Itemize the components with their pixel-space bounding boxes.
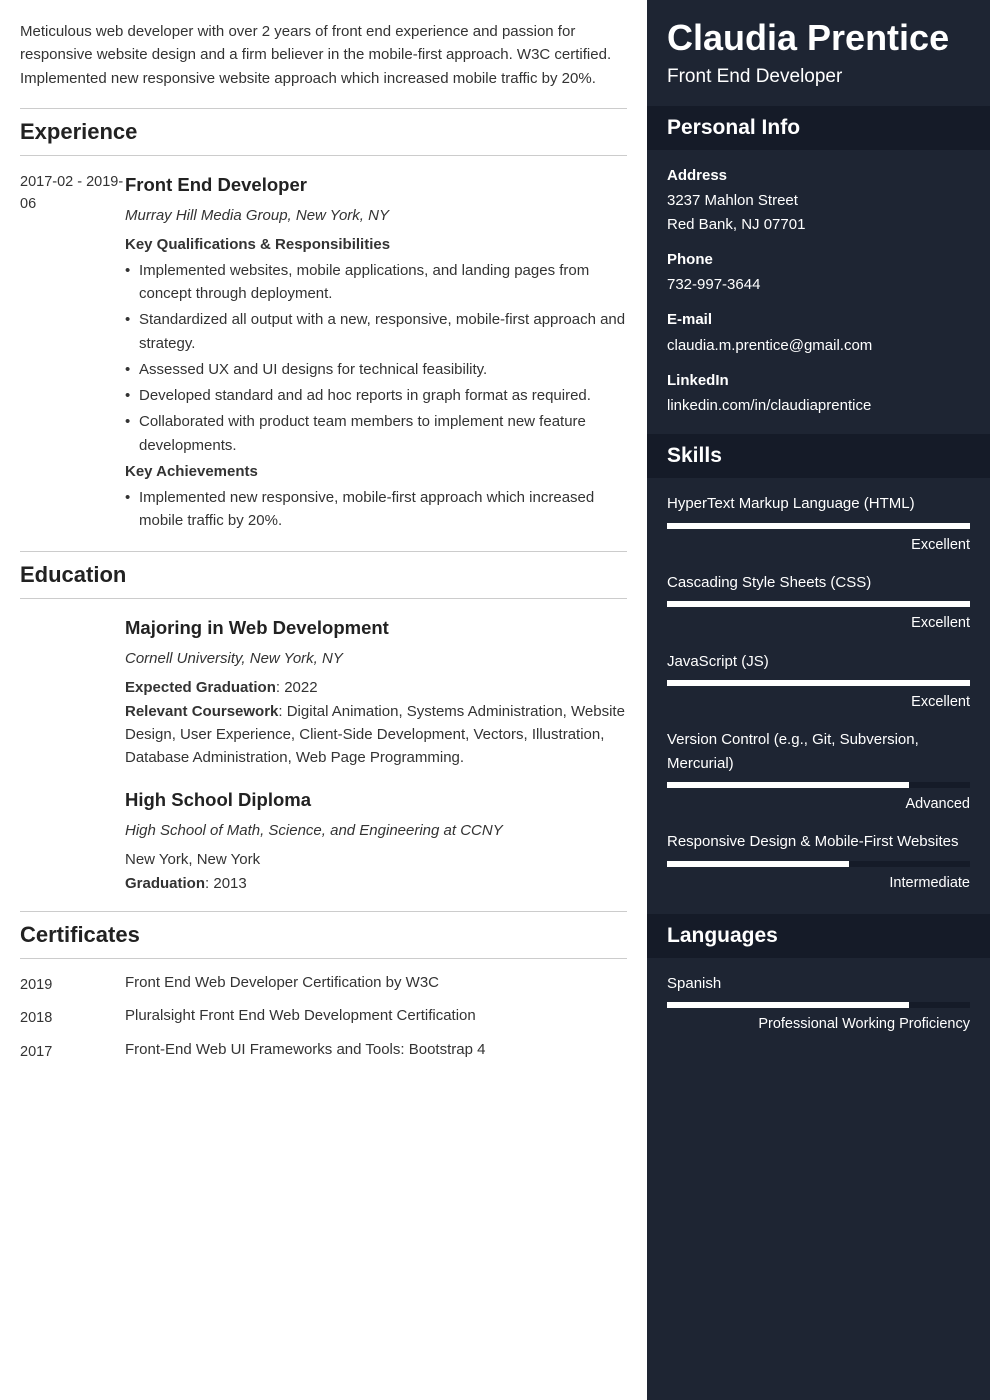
skill-bar-fill: [667, 782, 909, 788]
experience-title: Front End Developer: [125, 171, 627, 200]
linkedin-label: LinkedIn: [667, 369, 970, 392]
education-org: High School of Math, Science, and Engine…: [125, 819, 627, 842]
education-dates: [20, 786, 125, 896]
certificate-entry: 2019Front End Web Developer Certificatio…: [20, 974, 627, 996]
certificate-year: 2019: [20, 974, 125, 996]
personal-info-header: Personal Info: [647, 106, 990, 150]
education-content: Majoring in Web Development Cornell Unive…: [125, 614, 627, 771]
skill-name: JavaScript (JS): [667, 650, 970, 673]
achievements-header: Key Achievements: [125, 460, 627, 483]
list-item: Implemented websites, mobile application…: [125, 259, 627, 306]
skill-bar: [667, 601, 970, 607]
certificate-name: Pluralsight Front End Web Development Ce…: [125, 1007, 476, 1029]
skill-bar-fill: [667, 523, 970, 529]
list-item: Collaborated with product team members t…: [125, 410, 627, 457]
skill-level: Excellent: [667, 691, 970, 713]
education-graduation: Graduation: 2013: [125, 872, 627, 895]
name-block: Claudia Prentice Front End Developer: [647, 0, 990, 106]
certificate-entry: 2018Pluralsight Front End Web Developmen…: [20, 1007, 627, 1029]
address-line1: 3237 Mahlon Street: [667, 189, 970, 212]
skill-level: Advanced: [667, 793, 970, 815]
phone-item: Phone 732-997-3644: [667, 248, 970, 297]
experience-content: Front End Developer Murray Hill Media Gro…: [125, 171, 627, 536]
certificate-entry: 2017Front-End Web UI Frameworks and Tool…: [20, 1041, 627, 1063]
skill-name: Responsive Design & Mobile-First Website…: [667, 830, 970, 853]
list-item: Standardized all output with a new, resp…: [125, 308, 627, 355]
email-item: E-mail claudia.m.prentice@gmail.com: [667, 308, 970, 357]
main-column: Meticulous web developer with over 2 yea…: [0, 0, 647, 1400]
address-line2: Red Bank, NJ 07701: [667, 213, 970, 236]
skill-item: Version Control (e.g., Git, Subversion, …: [667, 728, 970, 815]
achievements-list: Implemented new responsive, mobile-first…: [125, 486, 627, 533]
skill-bar-fill: [667, 1002, 909, 1008]
person-name: Claudia Prentice: [667, 15, 970, 60]
address-label: Address: [667, 164, 970, 187]
education-coursework: Relevant Coursework: Digital Animation, …: [125, 700, 627, 770]
skill-bar: [667, 861, 970, 867]
languages-header: Languages: [647, 914, 990, 958]
skill-bar-fill: [667, 601, 970, 607]
skill-bar: [667, 680, 970, 686]
skill-name: Spanish: [667, 972, 970, 995]
experience-entry: 2017-02 - 2019-06Front End Developer Murr…: [20, 171, 627, 536]
education-entry: High School Diploma High School of Math, …: [20, 786, 627, 896]
skill-name: HyperText Markup Language (HTML): [667, 492, 970, 515]
personal-info-content: Address 3237 Mahlon Street Red Bank, NJ …: [647, 150, 990, 434]
certificates-header: Certificates: [20, 911, 627, 959]
phone-value: 732-997-3644: [667, 273, 970, 296]
responsibilities-header: Key Qualifications & Responsibilities: [125, 233, 627, 256]
list-item: Developed standard and ad hoc reports in…: [125, 384, 627, 407]
skill-bar-fill: [667, 680, 970, 686]
skill-item: Responsive Design & Mobile-First Website…: [667, 830, 970, 894]
experience-dates: 2017-02 - 2019-06: [20, 171, 125, 536]
job-title: Front End Developer: [667, 66, 970, 88]
certificate-year: 2018: [20, 1007, 125, 1029]
experience-org: Murray Hill Media Group, New York, NY: [125, 204, 627, 227]
certificate-name: Front-End Web UI Frameworks and Tools: B…: [125, 1041, 485, 1063]
skill-bar-fill: [667, 861, 849, 867]
education-title: High School Diploma: [125, 786, 627, 815]
education-location: New York, New York: [125, 848, 627, 871]
skill-bar: [667, 782, 970, 788]
skill-level: Professional Working Proficiency: [667, 1013, 970, 1035]
linkedin-item: LinkedIn linkedin.com/in/claudiaprentice: [667, 369, 970, 418]
skill-name: Version Control (e.g., Git, Subversion, …: [667, 728, 970, 775]
skill-name: Cascading Style Sheets (CSS): [667, 571, 970, 594]
certificate-name: Front End Web Developer Certification by…: [125, 974, 439, 996]
skill-level: Excellent: [667, 534, 970, 556]
linkedin-value: linkedin.com/in/claudiaprentice: [667, 394, 970, 417]
phone-label: Phone: [667, 248, 970, 271]
skills-content: HyperText Markup Language (HTML) Excellen…: [647, 478, 990, 914]
education-header: Education: [20, 551, 627, 599]
skill-item: JavaScript (JS) Excellent: [667, 650, 970, 714]
skill-item: HyperText Markup Language (HTML) Excellen…: [667, 492, 970, 556]
sidebar: Claudia Prentice Front End Developer Per…: [647, 0, 990, 1400]
education-content: High School Diploma High School of Math, …: [125, 786, 627, 896]
list-item: Assessed UX and UI designs for technical…: [125, 358, 627, 381]
skill-bar: [667, 1002, 970, 1008]
address-item: Address 3237 Mahlon Street Red Bank, NJ …: [667, 164, 970, 236]
education-dates: [20, 614, 125, 771]
list-item: Implemented new responsive, mobile-first…: [125, 486, 627, 533]
skill-level: Excellent: [667, 612, 970, 634]
skill-item: Spanish Professional Working Proficiency: [667, 972, 970, 1036]
education-graduation: Expected Graduation: 2022: [125, 676, 627, 699]
summary-text: Meticulous web developer with over 2 yea…: [20, 20, 627, 90]
languages-content: Spanish Professional Working Proficiency: [647, 958, 990, 1056]
email-value: claudia.m.prentice@gmail.com: [667, 334, 970, 357]
experience-header: Experience: [20, 108, 627, 156]
education-org: Cornell University, New York, NY: [125, 647, 627, 670]
responsibilities-list: Implemented websites, mobile application…: [125, 259, 627, 457]
skill-level: Intermediate: [667, 872, 970, 894]
skills-header: Skills: [647, 434, 990, 478]
education-entry: Majoring in Web Development Cornell Unive…: [20, 614, 627, 771]
certificate-year: 2017: [20, 1041, 125, 1063]
email-label: E-mail: [667, 308, 970, 331]
education-title: Majoring in Web Development: [125, 614, 627, 643]
skill-bar: [667, 523, 970, 529]
skill-item: Cascading Style Sheets (CSS) Excellent: [667, 571, 970, 635]
